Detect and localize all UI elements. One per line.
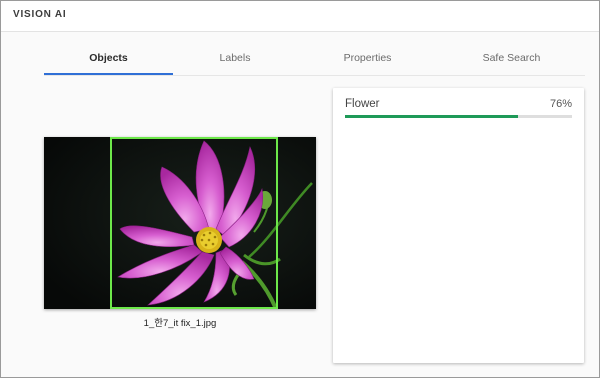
confidence-bar-track xyxy=(345,115,572,118)
top-bar: VISION AI xyxy=(1,1,599,32)
object-bounding-box[interactable] xyxy=(110,137,278,309)
results-panel: Flower 76% xyxy=(333,88,584,363)
app-window: VISION AI Objects Labels Properties Safe… xyxy=(0,0,600,378)
image-filename: 1_한7_it fix_1.jpg xyxy=(143,318,217,329)
tab-properties[interactable]: Properties xyxy=(297,43,438,75)
tab-objects[interactable]: Objects xyxy=(44,43,173,75)
analyzed-image xyxy=(44,137,316,309)
tab-bar: Objects Labels Properties Safe Search xyxy=(44,43,585,76)
active-tab-indicator xyxy=(44,73,173,75)
result-row[interactable]: Flower 76% xyxy=(345,98,572,122)
result-label: Flower xyxy=(345,98,380,110)
tab-safe-search[interactable]: Safe Search xyxy=(438,43,585,75)
tab-labels[interactable]: Labels xyxy=(173,43,297,75)
confidence-bar-fill xyxy=(345,115,518,118)
app-title: VISION AI xyxy=(13,9,67,20)
result-score: 76% xyxy=(549,98,572,110)
